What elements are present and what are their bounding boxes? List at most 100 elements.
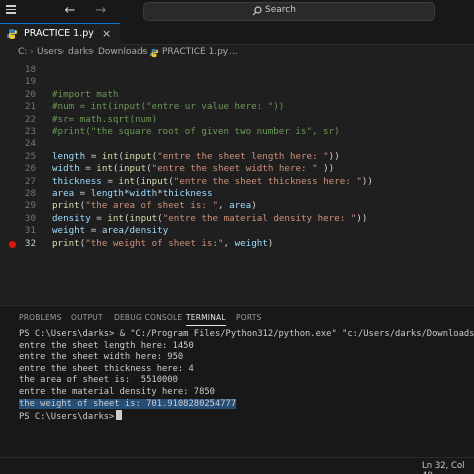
code-token: density [129,225,169,237]
code-text: #print("the square root of given two num… [52,126,340,138]
cursor-position[interactable]: Ln 32, Col 40 [422,461,474,474]
code-token: area [52,188,75,199]
terminal-line-text: entre the sheet width here: 950 [19,352,184,363]
breadcrumb-more[interactable]: ... [229,47,238,57]
code-token: int [107,212,124,224]
code-token: input [129,212,158,224]
editor-tab-bar: PRACTICE 1.py × [0,23,474,45]
code-token: #num = int(input("entre ur value here: "… [52,101,285,113]
code-text: #num = int(input("entre ur value here: "… [52,101,284,113]
terminal-cursor [116,410,123,421]
code-token: )) [361,175,373,187]
line-number: 27 [24,175,36,187]
code-line[interactable]: 19 [0,76,474,88]
code-line[interactable]: 30 density = int(input("entre the materia… [0,213,474,225]
breadcrumb-users[interactable]: Users [37,47,62,57]
title-bar: ← → Search [0,0,474,23]
tab-filename: PRACTICE 1.py [24,28,94,39]
code-token: ) [267,237,274,249]
code-text: length = int(input("entre the sheet leng… [52,151,340,163]
code-token: ) [251,200,257,212]
terminal-line: entre the material density here: 7850 [19,387,215,399]
line-number: 29 [24,200,36,212]
code-token: "the area of sheet is: " [85,200,218,212]
tab-practice-1-py[interactable]: PRACTICE 1.py × [0,23,120,45]
terminal-line: entre the sheet length here: 1450 [19,341,194,353]
breadcrumb-drive[interactable]: C: [18,47,27,57]
tab-terminal[interactable]: TERMINAL [186,313,226,326]
code-line[interactable]: 29 print("the area of sheet is: ", area) [0,200,474,212]
code-line[interactable]: 28 area = length*width*thickness [0,188,474,200]
code-token: "the weight of sheet is:" [85,237,224,249]
code-line[interactable]: 31 weight = area/density [0,225,474,237]
code-line[interactable]: 23 #print("the square root of given two n… [0,126,474,138]
line-number: 25 [24,150,36,162]
code-token: int [118,175,136,187]
code-token: "entre the material density here: " [162,212,357,224]
code-token: = [85,225,102,237]
line-number: 21 [24,101,36,113]
code-token: #sr= math.sqrt(num) [52,113,158,125]
code-token: #import math [52,88,119,100]
line-number: 32 [24,237,36,249]
code-text: #import math [52,89,118,101]
code-line[interactable]: 32 print("the weight of sheet is:", weigh… [0,238,474,250]
line-number: 28 [24,188,36,199]
code-line[interactable]: 21 #num = int(input("entre ur value here:… [0,101,474,113]
code-line[interactable]: 27 thickness = int(input("entre the sheet… [0,176,474,188]
back-arrow-icon[interactable]: ← [64,3,76,19]
chevron-right-icon: › [222,47,226,57]
breadcrumb-file[interactable]: PRACTICE 1.py [162,47,228,57]
chevron-right-icon: › [141,47,145,57]
terminal-line-text: entre the sheet thickness here: 4 [19,363,194,374]
forward-arrow-icon[interactable]: → [95,3,107,19]
line-number: 23 [24,126,36,137]
line-number: 19 [24,76,36,88]
terminal-line: PS C:\Users\darks> [19,410,123,423]
code-line[interactable]: 18 [0,64,474,76]
code-token: = [74,188,91,199]
code-text: weight = area/density [52,225,168,237]
code-token: length [52,150,86,162]
tab-debug-console[interactable]: DEBUG CONSOLE [114,313,182,322]
code-line[interactable]: 25 length = int(input("entre the sheet le… [0,151,474,163]
close-tab-icon[interactable]: × [102,27,111,40]
code-line[interactable]: 24 [0,138,474,150]
code-token: , [217,200,230,212]
tab-output[interactable]: OUTPUT [71,313,103,322]
breadcrumb-darks[interactable]: darks [68,47,93,57]
code-token: density [52,212,91,224]
code-line[interactable]: 26 width = int(input("entre the sheet wid… [0,163,474,175]
code-token: area [229,200,252,212]
line-number: 22 [24,113,36,125]
code-token: )) [317,163,335,175]
code-line[interactable]: 22 #sr= math.sqrt(num) [0,114,474,126]
line-number: 30 [24,212,36,224]
code-token: = [101,175,119,187]
terminal-line: entre the sheet thickness here: 4 [19,364,194,376]
tab-problems[interactable]: PROBLEMS [19,313,62,322]
code-token: )) [356,212,368,224]
code-text: print("the area of sheet is: ", area) [52,200,257,212]
terminal-line-text: PS C:\Users\darks> [19,412,115,423]
code-token: width [52,163,80,175]
code-token: area [101,225,124,237]
code-token: input [140,175,169,187]
code-token: length [90,188,124,199]
chevron-right-icon: › [30,47,34,57]
code-token: thickness [52,175,102,187]
line-number: 18 [24,64,36,75]
code-line[interactable]: 20 #import math [0,89,474,101]
code-token: print [52,200,80,212]
code-token: "entre the sheet width here: " [151,163,318,175]
tab-ports[interactable]: PORTS [236,313,261,322]
menu-icon[interactable] [6,3,18,17]
line-number: 20 [24,88,36,100]
command-center-search[interactable]: Search [143,2,435,21]
code-token: int [101,150,119,162]
code-token: = [90,212,108,224]
code-text: print("the weight of sheet is:", weight) [52,238,273,250]
code-token: input [123,150,152,162]
code-editor[interactable]: 18 19 20 #import math 21 #num = int(input("en… [0,61,474,305]
terminal-line: entre the sheet width here: 950 [19,352,183,364]
